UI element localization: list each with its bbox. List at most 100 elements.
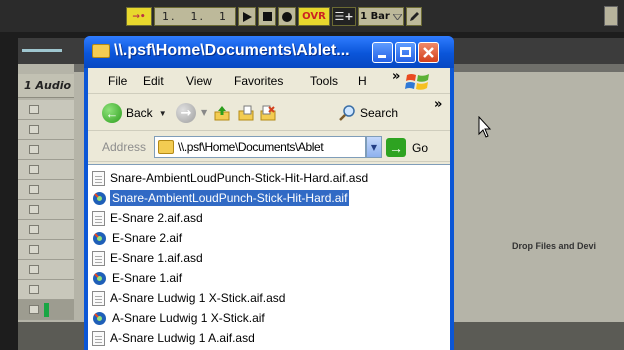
close-button[interactable]	[418, 42, 439, 63]
file-item[interactable]: A-Snare Ludwig 1 X-Stick.aif	[92, 308, 267, 328]
song-position-display[interactable]: 1. 1. 1	[154, 7, 236, 26]
stop-icon	[262, 12, 272, 21]
track-stop-slot[interactable]	[18, 300, 74, 320]
clip-stop-icon	[29, 265, 39, 274]
transport-right-button[interactable]	[604, 6, 618, 26]
file-item[interactable]: E-Snare 1.aif	[92, 268, 184, 288]
chevron-down-icon[interactable]: ▼	[159, 109, 167, 118]
menu-overflow-button[interactable]: »	[392, 69, 400, 84]
address-label: Address	[102, 140, 147, 154]
clip-slot[interactable]	[18, 160, 74, 180]
search-icon	[339, 105, 355, 121]
file-list: Snare-AmbientLoudPunch-Stick-Hit-Hard.ai…	[88, 164, 450, 350]
window-body: File Edit View Favorites Tools H » ← Bac…	[88, 68, 450, 350]
clip-stop-icon	[29, 285, 39, 294]
level-meter	[44, 303, 49, 317]
file-name: A-Snare Ludwig 1 X-Stick.aif.asd	[110, 291, 286, 305]
clip-slot[interactable]	[18, 180, 74, 200]
chevron-down-icon: ▼	[370, 142, 378, 152]
folder-up-icon[interactable]	[214, 105, 230, 121]
follow-button[interactable]: →•	[126, 7, 152, 26]
file-item-selected[interactable]: Snare-AmbientLoudPunch-Stick-Hit-Hard.ai…	[92, 188, 350, 208]
clip-slot[interactable]	[18, 140, 74, 160]
menu-file[interactable]: File	[108, 74, 127, 88]
pencil-icon	[410, 12, 419, 21]
clip-stop-icon	[29, 245, 39, 254]
file-name: A-Snare Ludwig 1 A.aif.asd	[110, 331, 255, 345]
file-item[interactable]: E-Snare 2.aif.asd	[92, 208, 205, 228]
menu-favorites[interactable]: Favorites	[234, 74, 283, 88]
track-title-audio[interactable]: 1 Audio	[18, 74, 74, 98]
drop-hint-text: Drop Files and Devi	[512, 241, 597, 251]
standard-toolbar: ← Back ▼ → ▼ Search »	[88, 95, 450, 131]
file-item[interactable]: E-Snare 1.aif.asd	[92, 248, 205, 268]
stop-button[interactable]	[258, 7, 276, 26]
move-to-icon[interactable]	[238, 105, 254, 121]
forward-button[interactable]: →	[176, 103, 196, 123]
go-button[interactable]: → Go	[386, 138, 428, 157]
clip-slot[interactable]	[18, 220, 74, 240]
address-input[interactable]: \\.psf\Home\Documents\Ablet	[154, 136, 366, 158]
audio-file-icon	[93, 271, 106, 285]
maximize-button[interactable]	[395, 42, 416, 63]
file-name: E-Snare 1.aif.asd	[110, 251, 203, 265]
file-name: Snare-AmbientLoudPunch-Stick-Hit-Hard.ai…	[110, 190, 350, 206]
overdub-button[interactable]: OVR	[298, 7, 330, 26]
clip-stop-icon	[29, 205, 39, 214]
maximize-icon	[400, 47, 411, 57]
back-arrow-icon: ←	[102, 103, 122, 123]
clip-stop-icon	[29, 225, 39, 234]
explorer-window: \\.psf\Home\Documents\Ablet... File Edit…	[84, 36, 454, 350]
file-name: Snare-AmbientLoudPunch-Stick-Hit-Hard.ai…	[110, 171, 369, 185]
menu-help[interactable]: H	[358, 74, 367, 88]
clip-slot[interactable]	[18, 120, 74, 140]
position-bar: 1.	[162, 10, 177, 23]
clip-stop-icon	[29, 105, 39, 114]
address-value: \\.psf\Home\Documents\Ablet	[178, 140, 324, 154]
address-dropdown-button[interactable]: ▼	[366, 136, 382, 158]
metronome-toggle[interactable]: ☰+	[332, 7, 356, 26]
play-button[interactable]	[238, 7, 256, 26]
record-icon	[282, 11, 292, 22]
chevron-down-icon	[392, 13, 402, 20]
position-sixteenth: 1	[219, 10, 228, 23]
audio-file-icon	[93, 311, 106, 325]
folder-icon	[92, 44, 110, 58]
toolbar-overflow-button[interactable]: »	[434, 97, 442, 112]
clip-stop-icon	[29, 125, 39, 134]
record-button[interactable]	[278, 7, 296, 26]
file-item[interactable]: E-Snare 2.aif	[92, 228, 184, 248]
minimize-button[interactable]	[372, 42, 393, 63]
window-title-bar[interactable]: \\.psf\Home\Documents\Ablet...	[84, 36, 454, 68]
quantization-value: 1 Bar	[360, 11, 390, 22]
menu-edit[interactable]: Edit	[143, 74, 164, 88]
clip-slot[interactable]	[18, 200, 74, 220]
clip-slot-column	[18, 100, 74, 320]
daw-transport-bar: →• 1. 1. 1 OVR ☰+ 1 Bar	[0, 0, 624, 32]
document-icon	[92, 170, 105, 186]
address-bar: Address \\.psf\Home\Documents\Ablet ▼ → …	[88, 132, 450, 162]
draw-mode-button[interactable]	[406, 7, 422, 26]
file-item[interactable]: A-Snare Ludwig 1 X-Stick.aif.asd	[92, 288, 287, 308]
clip-slot[interactable]	[18, 100, 74, 120]
transport-controls: →• 1. 1. 1 OVR ☰+ 1 Bar	[126, 7, 424, 26]
search-button[interactable]: Search	[338, 104, 398, 122]
copy-to-icon[interactable]	[260, 105, 276, 121]
back-button[interactable]: ← Back ▼	[102, 103, 167, 123]
clip-slot[interactable]	[18, 260, 74, 280]
menu-view[interactable]: View	[186, 74, 212, 88]
menu-bar: File Edit View Favorites Tools H »	[88, 68, 450, 94]
file-name: A-Snare Ludwig 1 X-Stick.aif	[112, 311, 265, 325]
clip-slot[interactable]	[18, 240, 74, 260]
document-icon	[92, 290, 105, 306]
close-icon	[423, 47, 434, 58]
quantization-menu[interactable]: 1 Bar	[358, 7, 404, 26]
audio-file-icon	[93, 231, 106, 245]
clip-slot[interactable]	[18, 280, 74, 300]
file-item[interactable]: A-Snare Ludwig 1 A.aif.asd	[92, 328, 257, 348]
chevron-down-icon[interactable]: ▼	[201, 108, 207, 117]
menu-tools[interactable]: Tools	[310, 74, 338, 88]
clip-stop-icon	[29, 185, 39, 194]
file-item[interactable]: Snare-AmbientLoudPunch-Stick-Hit-Hard.ai…	[92, 168, 370, 188]
minimize-icon	[378, 55, 386, 58]
